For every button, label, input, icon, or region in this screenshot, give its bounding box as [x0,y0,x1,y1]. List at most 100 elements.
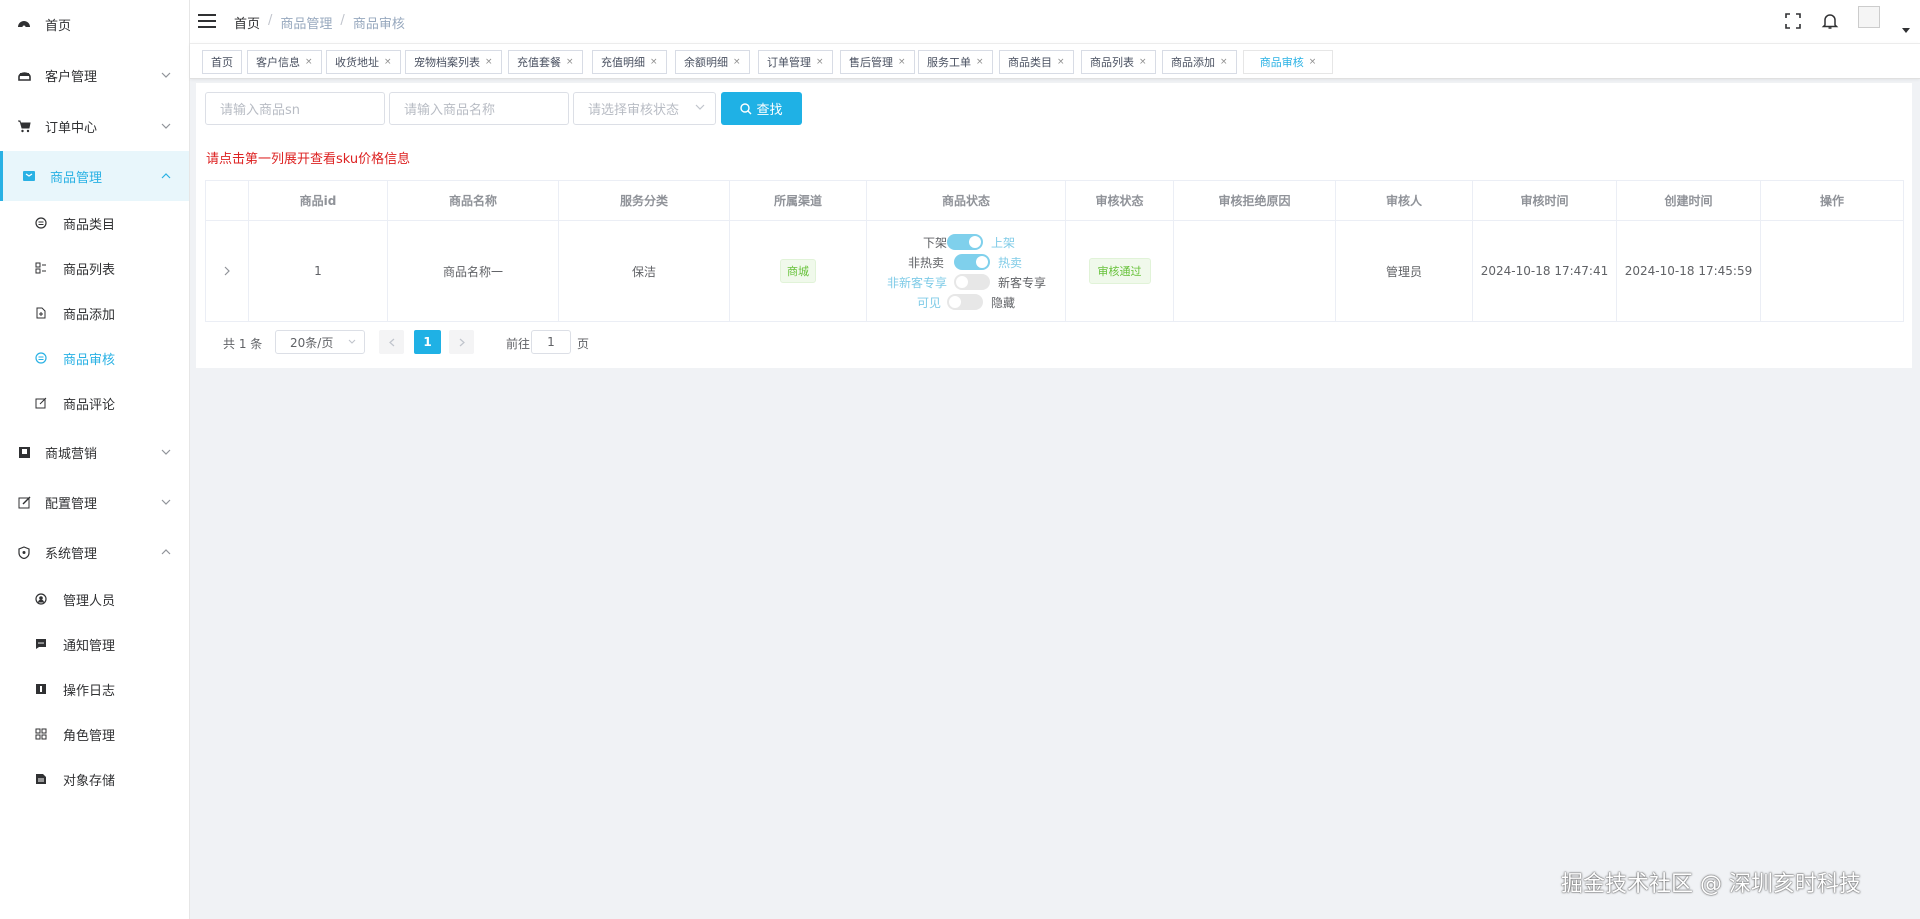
sidebar-item-marketing[interactable]: 商城营销 [0,431,189,473]
tag-goods-audit[interactable]: 商品审核 × [1243,50,1333,74]
switch-on-label: 隐藏 [991,296,1016,310]
sidebar-sub-admins[interactable]: 管理人员 [0,579,189,619]
switch-off-label: 下架 [922,236,947,250]
shield-icon [16,544,32,560]
sidebar-item-label: 角色管理 [63,728,116,744]
switch-on-label: 上架 [991,236,1016,250]
avatar[interactable] [1858,6,1880,28]
visibility-switch[interactable] [947,294,983,310]
shelf-switch[interactable] [947,234,983,250]
chevron-down-icon [695,104,705,114]
goods-sn-input[interactable]: 请输入商品sn [205,92,385,125]
sidebar-item-config[interactable]: 配置管理 [0,481,189,523]
tag-goods-category[interactable]: 商品类目 × [999,50,1074,74]
sidebar-item-system[interactable]: 系统管理 [0,531,189,573]
sidebar-sub-logs[interactable]: 操作日志 [0,669,189,709]
tag-home[interactable]: 首页 [202,50,242,74]
tag-label: 收货地址 [335,56,379,69]
breadcrumb-current: 商品审核 [352,17,405,32]
sidebar-item-goods[interactable]: 商品管理 [0,151,189,201]
close-icon[interactable]: × [485,57,493,67]
close-icon[interactable]: × [898,57,906,67]
goods-status-cell: 下架 上架 非热卖 热卖 非新客专享 新客专享 可见 隐藏 [866,220,1066,322]
hot-switch[interactable] [954,254,990,270]
goods-audit-table: 商品id 商品名称 服务分类 所属渠道 商品状态 审核状态 审核拒绝原因 审核人… [205,180,1904,322]
breadcrumb-home[interactable]: 首页 [234,13,260,32]
create-time-cell: 2024-10-18 17:45:59 [1616,220,1761,322]
chevron-up-icon [161,171,171,181]
hamburger-icon[interactable] [198,13,216,29]
tag-service-orders[interactable]: 服务工单 × [918,50,993,74]
goods-name-cell: 商品名称一 [387,220,559,322]
breadcrumb-goods[interactable]: 商品管理 [280,13,332,32]
audit-status-select[interactable]: 请选择审核状态 [573,92,716,125]
breadcrumb-separator: / [340,13,345,28]
close-icon[interactable]: × [305,57,313,67]
close-icon[interactable]: × [1309,57,1317,67]
tags-view: 首页 客户信息 × 收货地址 × 宠物档案列表 × 充值套餐 × 充值明细 × 余额明细 ×… [190,43,1920,79]
tag-goods-list[interactable]: 商品列表 × [1081,50,1156,74]
sidebar-item-home[interactable]: 首页 [0,3,189,45]
sidebar-sub-comment[interactable]: 商品评论 [0,383,189,423]
sidebar-item-orders[interactable]: 订单中心 [0,105,189,147]
sidebar-item-label: 管理人员 [63,593,116,609]
sidebar-sub-notices[interactable]: 通知管理 [0,624,189,664]
sidebar-item-label: 商品管理 [50,170,103,186]
sidebar-sub-audit[interactable]: 商品审核 [0,338,189,378]
close-icon[interactable]: × [733,57,741,67]
sidebar-sub-roles[interactable]: 角色管理 [0,714,189,754]
close-icon[interactable]: × [816,57,824,67]
close-icon[interactable]: × [1220,57,1228,67]
prev-page-button[interactable] [379,330,404,354]
user-icon [34,592,48,606]
bell-icon[interactable] [1821,12,1839,30]
sidebar-item-customers[interactable]: 客户管理 [0,54,189,96]
sidebar-sub-category[interactable]: 商品类目 [0,203,189,243]
sidebar-sub-storage[interactable]: 对象存储 [0,759,189,799]
close-icon[interactable]: × [650,57,658,67]
category-cell: 保洁 [558,220,730,322]
table-header-row: 商品id 商品名称 服务分类 所属渠道 商品状态 审核状态 审核拒绝原因 审核人… [205,180,1904,221]
tag-goods-add[interactable]: 商品添加 × [1162,50,1237,74]
sidebar-item-label: 对象存储 [63,773,116,789]
switch-off-label: 非新客专享 [886,276,947,290]
sidebar-sub-list[interactable]: 商品列表 [0,248,189,288]
sidebar-sub-add[interactable]: 商品添加 [0,293,189,333]
tag-balance-detail[interactable]: 余额明细 × [675,50,750,74]
tag-pet-records[interactable]: 宠物档案列表 × [405,50,502,74]
next-page-button[interactable] [449,330,474,354]
page-size-select[interactable]: 20条/页 [275,330,365,354]
cart-icon [16,118,32,134]
close-icon[interactable]: × [1139,57,1147,67]
caret-down-icon[interactable] [1902,28,1910,34]
tag-label: 商品类目 [1008,56,1052,69]
tag-after-sales[interactable]: 售后管理 × [840,50,915,74]
reject-reason-cell [1173,220,1336,322]
goods-name-input[interactable]: 请输入商品名称 [389,92,569,125]
role-icon [34,727,48,741]
pagination-total: 共 1 条 [223,337,263,351]
sidebar-item-label: 订单中心 [45,120,98,136]
close-icon[interactable]: × [1057,57,1065,67]
tag-orders[interactable]: 订单管理 × [758,50,833,74]
page-number-current[interactable]: 1 [414,330,441,354]
tag-address[interactable]: 收货地址 × [326,50,401,74]
sidebar-item-label: 通知管理 [63,638,116,654]
expand-cell[interactable] [205,220,249,322]
fullscreen-icon[interactable] [1784,12,1802,30]
new-customer-switch[interactable] [954,274,990,290]
search-button[interactable]: 查找 [721,92,802,125]
close-icon[interactable]: × [566,57,574,67]
storage-icon [34,772,48,786]
chevron-right-icon[interactable] [224,266,230,276]
tag-customer-info[interactable]: 客户信息 × [247,50,322,74]
channel-cell: 商城 [729,220,867,322]
close-icon[interactable]: × [976,57,984,67]
column-header: 商品id [248,180,388,221]
switch-knob [976,256,988,268]
tag-recharge-plan[interactable]: 充值套餐 × [508,50,583,74]
close-icon[interactable]: × [384,57,392,67]
goto-page-input[interactable]: 1 [531,330,571,354]
column-header: 创建时间 [1616,180,1761,221]
tag-recharge-detail[interactable]: 充值明细 × [592,50,667,74]
